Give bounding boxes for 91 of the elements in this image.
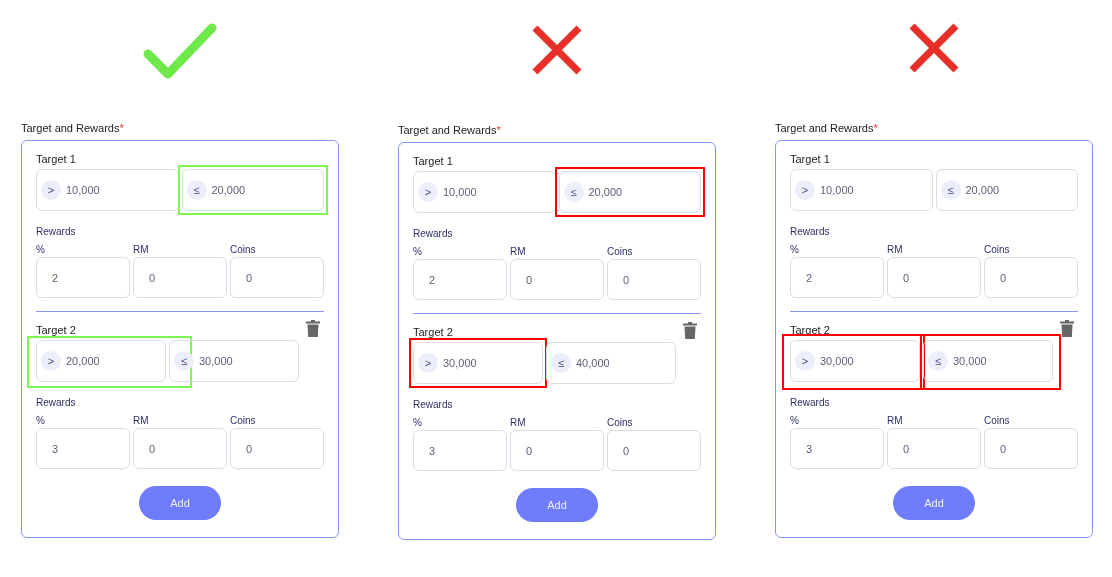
required-asterisk: *	[496, 124, 501, 136]
rewards-label: Rewards	[36, 226, 77, 239]
input-field[interactable]: 0	[510, 259, 604, 300]
trash-icon[interactable]	[683, 322, 697, 339]
operator-chip: >	[41, 351, 61, 371]
input-field[interactable]: 3	[36, 428, 130, 469]
operator-chip: >	[795, 351, 815, 371]
input-field[interactable]: 2	[36, 257, 130, 298]
field-label: %	[36, 244, 46, 257]
field-value: 30,000	[443, 357, 477, 369]
operator-chip: >	[795, 180, 815, 200]
operator-chip: ≤	[940, 180, 961, 200]
rewards-label: Rewards	[790, 226, 831, 239]
field-label: Coins	[230, 415, 257, 428]
target-title: Target 2	[36, 324, 76, 336]
input-field[interactable]: 0	[133, 428, 227, 469]
range-field[interactable]: ≤ 20,000	[935, 169, 1078, 211]
input-field[interactable]: 0	[984, 428, 1078, 469]
operator-chip: ≤	[928, 351, 948, 371]
field-label: Coins	[607, 246, 634, 259]
trash-icon[interactable]	[1060, 320, 1074, 337]
input-field[interactable]: 0	[887, 428, 981, 469]
field-value: 10,000	[820, 184, 854, 196]
field-label: RM	[887, 415, 904, 428]
field-label: Coins	[984, 244, 1011, 257]
input-field[interactable]: 0	[230, 257, 324, 298]
range-field[interactable]: > 10,000	[790, 169, 933, 211]
input-field[interactable]: 0	[607, 430, 701, 471]
field-value: 10,000	[66, 184, 100, 196]
section-label: Target and Rewards	[775, 122, 874, 134]
field-label: Coins	[230, 244, 257, 257]
rewards-label: Rewards	[36, 397, 77, 410]
operator-chip: >	[41, 180, 61, 200]
field-label: %	[413, 246, 423, 259]
field-value: 20,000	[211, 184, 246, 196]
rewards-label: Rewards	[413, 399, 454, 412]
rewards-label: Rewards	[413, 228, 454, 241]
field-label: RM	[510, 246, 527, 259]
range-field[interactable]: ≤ 30,000	[169, 340, 299, 382]
input-field[interactable]: 0	[887, 257, 981, 298]
target-title: Target 2	[790, 324, 830, 336]
input-field[interactable]: 0	[510, 430, 604, 471]
field-value: 20,000	[588, 186, 623, 198]
field-value: 40,000	[576, 357, 610, 369]
range-field[interactable]: ≤ 40,000	[546, 342, 676, 384]
range-field[interactable]: > 20,000	[36, 340, 166, 382]
field-label: %	[36, 415, 46, 428]
field-label: RM	[133, 244, 150, 257]
range-field[interactable]: > 30,000	[413, 342, 543, 384]
input-field[interactable]: 0	[607, 259, 701, 300]
input-field[interactable]: 2	[413, 259, 507, 300]
field-value: 30,000	[820, 355, 854, 367]
field-label: %	[790, 244, 800, 257]
field-label: RM	[887, 244, 904, 257]
operator-chip: ≤	[174, 351, 194, 371]
input-field[interactable]: 0	[230, 428, 324, 469]
field-label: %	[790, 415, 800, 428]
target-title: Target 1	[790, 153, 830, 165]
range-field[interactable]: ≤ 30,000	[923, 340, 1053, 382]
target-title: Target 1	[413, 155, 453, 167]
operator-chip: ≤	[563, 182, 584, 202]
required-asterisk: *	[873, 122, 878, 134]
input-field[interactable]: 2	[790, 257, 884, 298]
input-field[interactable]: 0	[984, 257, 1078, 298]
input-field[interactable]: 0	[133, 257, 227, 298]
field-label: %	[413, 417, 423, 430]
required-asterisk: *	[119, 122, 124, 134]
field-value: 30,000	[199, 355, 233, 367]
section-label: Target and Rewards	[21, 122, 120, 134]
operator-chip: ≤	[186, 180, 207, 200]
trash-icon[interactable]	[306, 320, 320, 337]
target-title: Target 2	[413, 326, 453, 338]
field-value: 20,000	[965, 184, 1000, 196]
input-field[interactable]: 3	[790, 428, 884, 469]
rewards-label: Rewards	[790, 397, 831, 410]
input-field[interactable]: 3	[413, 430, 507, 471]
field-label: RM	[133, 415, 150, 428]
field-value: 20,000	[66, 355, 100, 367]
operator-chip: >	[418, 182, 438, 202]
operator-chip: >	[418, 353, 438, 373]
field-label: Coins	[984, 415, 1011, 428]
range-field[interactable]: ≤ 20,000	[558, 171, 701, 213]
field-label: RM	[510, 417, 527, 430]
field-value: 30,000	[953, 355, 987, 367]
operator-chip: ≤	[551, 353, 571, 373]
section-label: Target and Rewards	[398, 124, 497, 136]
field-label: Coins	[607, 417, 634, 430]
target-title: Target 1	[36, 153, 76, 165]
range-field[interactable]: ≤ 20,000	[181, 169, 324, 211]
range-field[interactable]: > 30,000	[790, 340, 920, 382]
field-value: 10,000	[443, 186, 477, 198]
